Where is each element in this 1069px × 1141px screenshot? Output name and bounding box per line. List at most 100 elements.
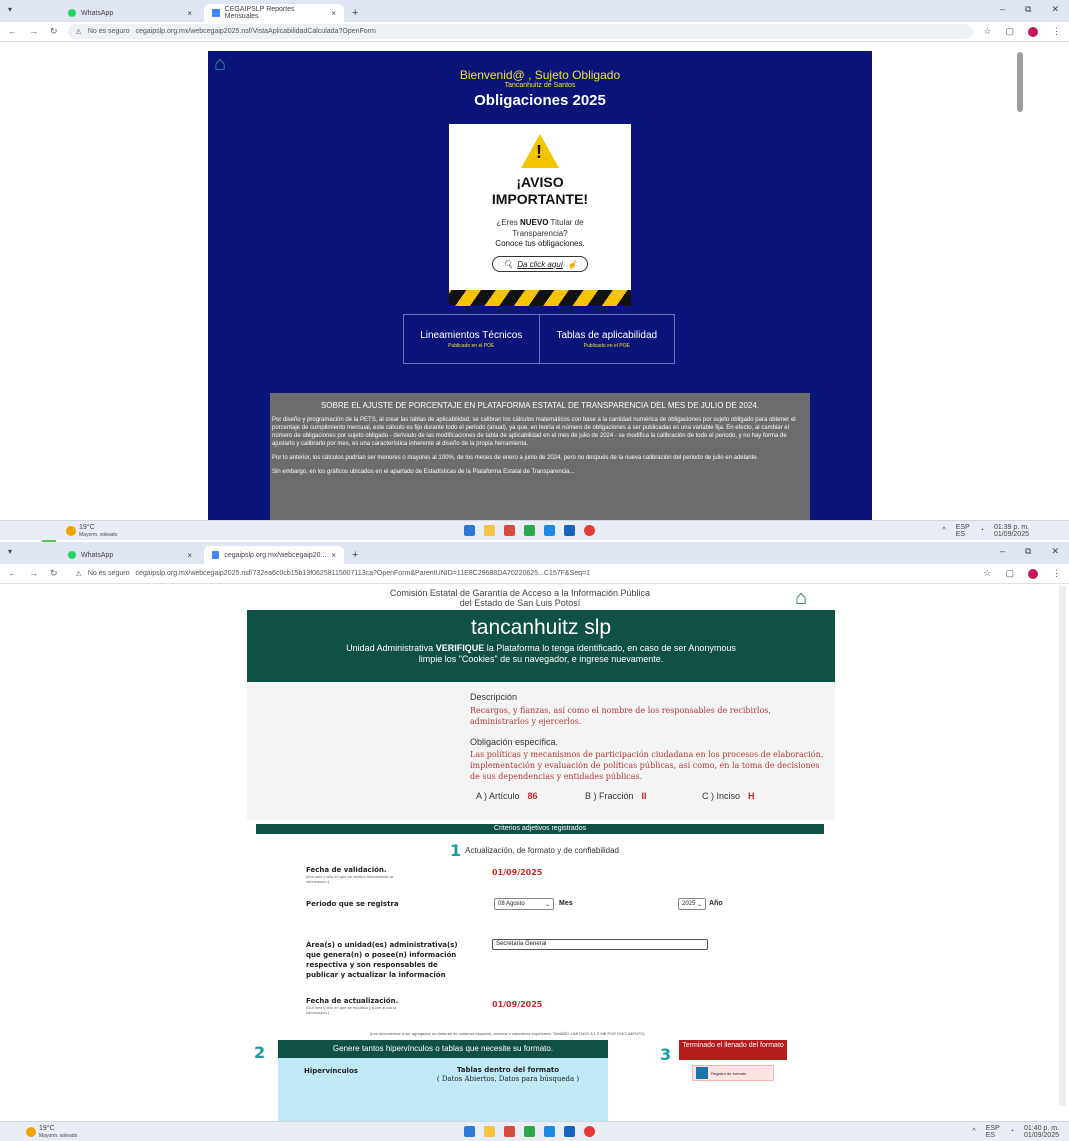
validation-date-value: 01/09/2025 [492,868,543,877]
app-icon[interactable] [524,525,535,536]
tab-whatsapp[interactable]: WhatsApp × [60,546,200,564]
close-window-icon[interactable]: ✕ [1051,4,1059,15]
update-date-label: Fecha de actualización. (Día mes y año e… [306,997,399,1015]
close-tab-icon[interactable]: × [331,9,336,18]
back-icon[interactable]: ← [8,568,17,579]
notice-title: IMPORTANTE! [491,191,589,207]
scrollbar[interactable] [1059,586,1066,1106]
register-format-button[interactable]: Registro de formato [692,1065,774,1081]
commission-header: Comisión Estatal de Garantía de Acceso a… [389,588,651,608]
tab-cegaip[interactable]: cegaipslp.org.mx/webcegaip20... × [204,546,344,564]
new-tab-button[interactable]: + [348,549,358,564]
year-label: Año [709,900,723,907]
weather-widget[interactable]: 19°C Mayorm. soleado [66,524,117,538]
wifi-icon[interactable]: ◔ [980,527,984,534]
year-select[interactable]: 2025 ⌄ [678,898,706,910]
url-field[interactable]: ⚠ No es seguro cegaipslp.org.mx/webcegai… [67,24,974,39]
minimize-icon[interactable]: – [1000,4,1005,15]
app-icon[interactable] [504,1126,515,1137]
tab-cegaip[interactable]: CEGAIPSLP Reportes Mensuales × [204,4,344,22]
back-icon[interactable]: ← [8,26,17,37]
section-2-heading: Genere tantos hipervínculos o tablas que… [278,1040,608,1058]
close-tab-icon[interactable]: × [187,9,192,18]
fraccion-field: B ) Fracción II [585,791,647,801]
bookmark-star-icon[interactable]: ☆ [983,26,991,37]
month-label: Mes [559,900,573,907]
extensions-icon[interactable]: ▢ [1005,568,1014,579]
finish-section: Terminado el llenado del formato Registr… [679,1040,787,1121]
page-viewport: Comisión Estatal de Garantía de Acceso a… [0,584,1069,1121]
scrollbar[interactable] [1017,52,1023,112]
tab-label: WhatsApp [81,551,114,559]
app-icon[interactable] [504,525,515,536]
tab-bar: ▾ WhatsApp × cegaipslp.org.mx/webcegaip2… [0,542,1069,564]
app-icon[interactable] [544,525,555,536]
bookmark-star-icon[interactable]: ☆ [983,568,991,579]
notice-card[interactable]: ! ¡AVISO IMPORTANTE! ¿Eres NUEVO Titular … [449,124,631,306]
minimize-icon[interactable]: – [1000,546,1005,557]
url-field[interactable]: ⚠ No es seguro cegaipslp.org.mx/webcegai… [67,566,974,581]
close-window-icon[interactable]: ✕ [1051,546,1059,557]
tab-list-icon[interactable]: ▾ [8,5,12,14]
chevron-up-icon[interactable]: ^ [972,1128,975,1135]
tab-label: CEGAIPSLP Reportes Mensuales [224,6,295,20]
forward-icon[interactable]: → [29,568,38,579]
tab-list-icon[interactable]: ▾ [8,547,12,556]
tablas-aplicabilidad-link[interactable]: Tablas de aplicabilidad Publicado en el … [540,315,675,363]
close-tab-icon[interactable]: × [331,551,336,560]
file-explorer-icon[interactable] [484,525,495,536]
restore-icon[interactable]: ⧉ [1025,4,1031,15]
notice-paragraph: Por lo anterior, los cálculos podrían se… [272,455,759,461]
update-date-value: 01/09/2025 [492,1000,543,1009]
restore-icon[interactable]: ⧉ [1025,546,1031,557]
close-tab-icon[interactable]: × [187,551,192,560]
area-input[interactable]: Secretaria General [492,939,708,950]
section-1-heading: 1 Actualización, de formato y de confiab… [450,841,620,860]
criteria-bar: Criterios adjetivos registrados [256,824,824,834]
app-icon[interactable] [564,525,575,536]
extensions-icon[interactable]: ▢ [1005,26,1014,37]
bottom-browser-window: ▾ WhatsApp × cegaipslp.org.mx/webcegaip2… [0,542,1069,1141]
app-icon[interactable] [564,1126,575,1137]
taskbar: 19°C Mayorm. soleado ^ ESP ES ◔ 01:40 p. m… [0,1121,1069,1141]
click-here-button[interactable]: 🔍︎ Da click aquí ☝ [492,256,588,272]
welcome-text: Bienvenid@ , Sujeto Obligado [459,68,621,82]
warning-icon: ⚠ [75,570,82,578]
taskbar-apps [464,1126,595,1137]
validation-date-label: Fecha de validación. (Día mes y año en q… [306,866,393,884]
file-explorer-icon[interactable] [484,1126,495,1137]
reload-icon[interactable]: ↻ [50,26,58,37]
document-links: Lineamientos Técnicos Publicado en el PO… [403,314,675,364]
pointer-hand-icon: ☝ [566,259,577,269]
forward-icon[interactable]: → [29,26,38,37]
step-number: 3 [660,1045,672,1064]
url-text: cegaipslp.org.mx/webcegaip2025.nsf/732ea… [135,570,591,577]
inciso-field: C ) Inciso H [702,791,755,801]
page-title: Obligaciones 2025 [474,92,606,109]
start-icon[interactable] [464,1126,475,1137]
start-icon[interactable] [464,525,475,536]
tables-column: Tablas dentro del formato ( Datos Abiert… [436,1066,580,1083]
menu-kebab-icon[interactable]: ⋮ [1052,568,1061,579]
new-tab-button[interactable]: + [348,7,358,22]
app-icon[interactable] [524,1126,535,1137]
weather-widget[interactable]: 19°C Mayorm. soleado [26,1125,77,1139]
profile-avatar[interactable] [1028,568,1038,579]
system-tray: ^ ESP ES ◔ 01:40 p. m. 01/09/2025 [972,1124,1059,1139]
subject-header: tancanhuitz slp Unidad Administrativa VE… [247,610,835,682]
home-icon[interactable]: ⌂ [795,587,807,610]
wifi-icon[interactable]: ◔ [1010,1128,1014,1135]
reload-icon[interactable]: ↻ [50,568,58,579]
menu-kebab-icon[interactable]: ⋮ [1052,26,1061,37]
chrome-icon[interactable] [584,525,595,536]
period-label: Periodo que se registra [306,900,399,908]
month-select[interactable]: 08 Agosto ⌄ [494,898,554,910]
lineamientos-link[interactable]: Lineamientos Técnicos Publicado en el PO… [404,315,540,363]
tab-whatsapp[interactable]: WhatsApp × [60,4,200,22]
chevron-up-icon[interactable]: ^ [942,527,945,534]
address-bar: ← → ↻ ⚠ No es seguro cegaipslp.org.mx/we… [0,22,1069,42]
chrome-icon[interactable] [584,1126,595,1137]
app-icon[interactable] [544,1126,555,1137]
address-bar: ← → ↻ ⚠ No es seguro cegaipslp.org.mx/we… [0,564,1069,584]
profile-avatar[interactable] [1028,26,1038,37]
